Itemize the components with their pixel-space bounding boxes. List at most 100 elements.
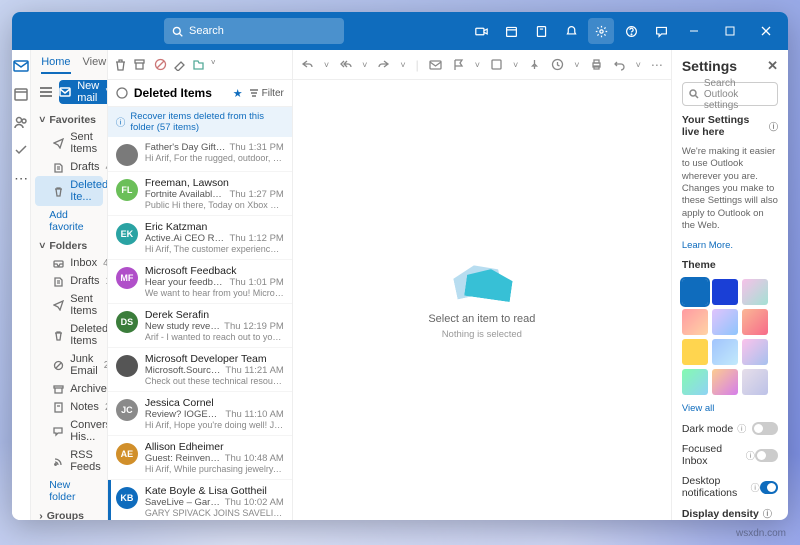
message-from: Microsoft Feedback: [145, 265, 284, 277]
rail-people-icon[interactable]: [13, 114, 29, 130]
delete-icon[interactable]: [114, 58, 127, 71]
view-all-themes-link[interactable]: View all: [682, 403, 778, 414]
recover-banner[interactable]: ⓘ Recover items deleted from this folder…: [108, 107, 292, 137]
message-item[interactable]: Microsoft Developer TeamMicrosoft.Source…: [108, 348, 292, 392]
folder-item-archive[interactable]: Archive13: [35, 380, 103, 398]
message-item[interactable]: JCJessica CornelReview? IOGEAR's Tin...T…: [108, 392, 292, 436]
sent-icon: [53, 137, 64, 149]
theme-swatch[interactable]: [742, 279, 768, 305]
message-item[interactable]: KBKate Boyle & Lisa GottheilSaveLive – G…: [108, 480, 292, 520]
message-item[interactable]: FLFreeman, LawsonFortnite Available for …: [108, 172, 292, 216]
focused-inbox-toggle[interactable]: [755, 449, 778, 462]
theme-swatch[interactable]: [682, 369, 708, 395]
move-icon[interactable]: [192, 58, 205, 71]
reply-icon[interactable]: [301, 58, 314, 71]
new-mail-button[interactable]: New mail ˅: [59, 80, 108, 104]
tab-home[interactable]: Home: [41, 56, 70, 74]
info-icon[interactable]: ⓘ: [746, 449, 755, 462]
junk-icon[interactable]: [154, 58, 167, 71]
minimize-button[interactable]: [678, 17, 710, 45]
pin-icon[interactable]: [528, 58, 541, 71]
theme-swatch[interactable]: [682, 309, 708, 335]
message-item[interactable]: AEAllison EdheimerGuest: Reinventing yo.…: [108, 436, 292, 480]
sweep-icon[interactable]: [173, 58, 186, 71]
forward-icon[interactable]: [377, 58, 390, 71]
snooze-icon[interactable]: [551, 58, 564, 71]
gear-icon[interactable]: [588, 18, 614, 44]
add-favorite-link[interactable]: Add favorite: [31, 206, 107, 236]
theme-swatch[interactable]: [712, 369, 738, 395]
favorite-star-icon[interactable]: ★: [233, 87, 243, 100]
message-from: Jessica Cornel: [145, 397, 284, 409]
select-all-icon[interactable]: [116, 87, 128, 99]
search-icon: [172, 26, 183, 37]
theme-swatch[interactable]: [712, 339, 738, 365]
categorize-icon[interactable]: [490, 58, 503, 71]
feedback-icon[interactable]: [648, 18, 674, 44]
rss-icon: [53, 455, 64, 467]
message-subject: Father's Day Gift Guide f...: [145, 142, 226, 153]
global-search[interactable]: Search: [164, 18, 344, 44]
message-subject: SaveLive – Gary Spiva...: [145, 497, 221, 508]
info-icon[interactable]: ⓘ: [763, 507, 772, 520]
meet-icon[interactable]: [468, 18, 494, 44]
message-from: Freeman, Lawson: [145, 177, 284, 189]
rail-mail-icon[interactable]: [13, 58, 29, 74]
theme-swatch[interactable]: [742, 369, 768, 395]
folder-item-draft[interactable]: Drafts4: [35, 158, 103, 176]
groups-section[interactable]: ›Groups: [31, 506, 107, 520]
close-button[interactable]: [750, 17, 782, 45]
folder-item-sent[interactable]: Sent Items: [35, 128, 103, 158]
folder-item-trash[interactable]: Deleted Items564: [35, 320, 103, 350]
bell-icon[interactable]: [558, 18, 584, 44]
flag-icon[interactable]: [452, 58, 465, 71]
hamburger-icon[interactable]: [39, 83, 53, 101]
message-item[interactable]: EKEric KatzmanActive.Ai CEO Ravi Sha...T…: [108, 216, 292, 260]
message-item[interactable]: Father's Day Gift Guide f...Thu 1:31 PMH…: [108, 137, 292, 172]
maximize-button[interactable]: [714, 17, 746, 45]
theme-swatch[interactable]: [742, 339, 768, 365]
desktop-notif-toggle[interactable]: [760, 481, 778, 494]
folder-item-sent[interactable]: Sent Items: [35, 290, 103, 320]
read-unread-icon[interactable]: [429, 58, 442, 71]
reply-all-icon[interactable]: [339, 58, 352, 71]
message-item[interactable]: DSDerek SerafinNew study reveals org...T…: [108, 304, 292, 348]
day-icon[interactable]: [528, 18, 554, 44]
favorites-section[interactable]: ˅Favorites: [31, 110, 107, 128]
folder-label: Deleted Items: [70, 323, 108, 347]
rail-more-icon[interactable]: ⋯: [14, 170, 28, 187]
folder-item-rss[interactable]: RSS Feeds: [35, 446, 103, 476]
more-icon[interactable]: ⋯: [651, 58, 663, 72]
close-icon[interactable]: ✕: [767, 58, 778, 74]
folder-item-draft[interactable]: Drafts15: [35, 272, 103, 290]
folders-section[interactable]: ˅Folders: [31, 236, 107, 254]
help-icon[interactable]: [618, 18, 644, 44]
theme-swatch[interactable]: [712, 309, 738, 335]
dark-mode-toggle[interactable]: [752, 422, 778, 435]
info-icon[interactable]: ⓘ: [769, 120, 778, 133]
tab-view[interactable]: View: [83, 56, 107, 74]
theme-swatch[interactable]: [712, 279, 738, 305]
filter-button[interactable]: Filter: [249, 88, 284, 99]
archive-icon[interactable]: [133, 58, 146, 71]
folder-item-junk[interactable]: Junk Email267: [35, 350, 103, 380]
theme-swatch[interactable]: [682, 279, 708, 305]
new-folder-link[interactable]: New folder: [31, 476, 107, 506]
theme-swatch[interactable]: [742, 309, 768, 335]
folder-item-note[interactable]: Notes2: [35, 398, 103, 416]
folder-label: Conversation His...: [70, 419, 108, 443]
undo-icon[interactable]: [613, 58, 626, 71]
message-item[interactable]: MFMicrosoft FeedbackHear your feedback w…: [108, 260, 292, 304]
rail-calendar-icon[interactable]: [13, 86, 29, 102]
info-icon[interactable]: ⓘ: [737, 422, 746, 435]
calendar-icon[interactable]: [498, 18, 524, 44]
folder-item-inbox[interactable]: Inbox4: [35, 254, 103, 272]
print-icon[interactable]: [590, 58, 603, 71]
folder-item-trash[interactable]: Deleted Ite...564: [35, 176, 103, 206]
info-icon[interactable]: ⓘ: [751, 481, 760, 494]
learn-more-link[interactable]: Learn More.: [682, 240, 778, 251]
folder-item-conv[interactable]: Conversation His...: [35, 416, 103, 446]
rail-todo-icon[interactable]: [13, 142, 29, 158]
settings-search[interactable]: Search Outlook settings: [682, 82, 778, 106]
theme-swatch[interactable]: [682, 339, 708, 365]
